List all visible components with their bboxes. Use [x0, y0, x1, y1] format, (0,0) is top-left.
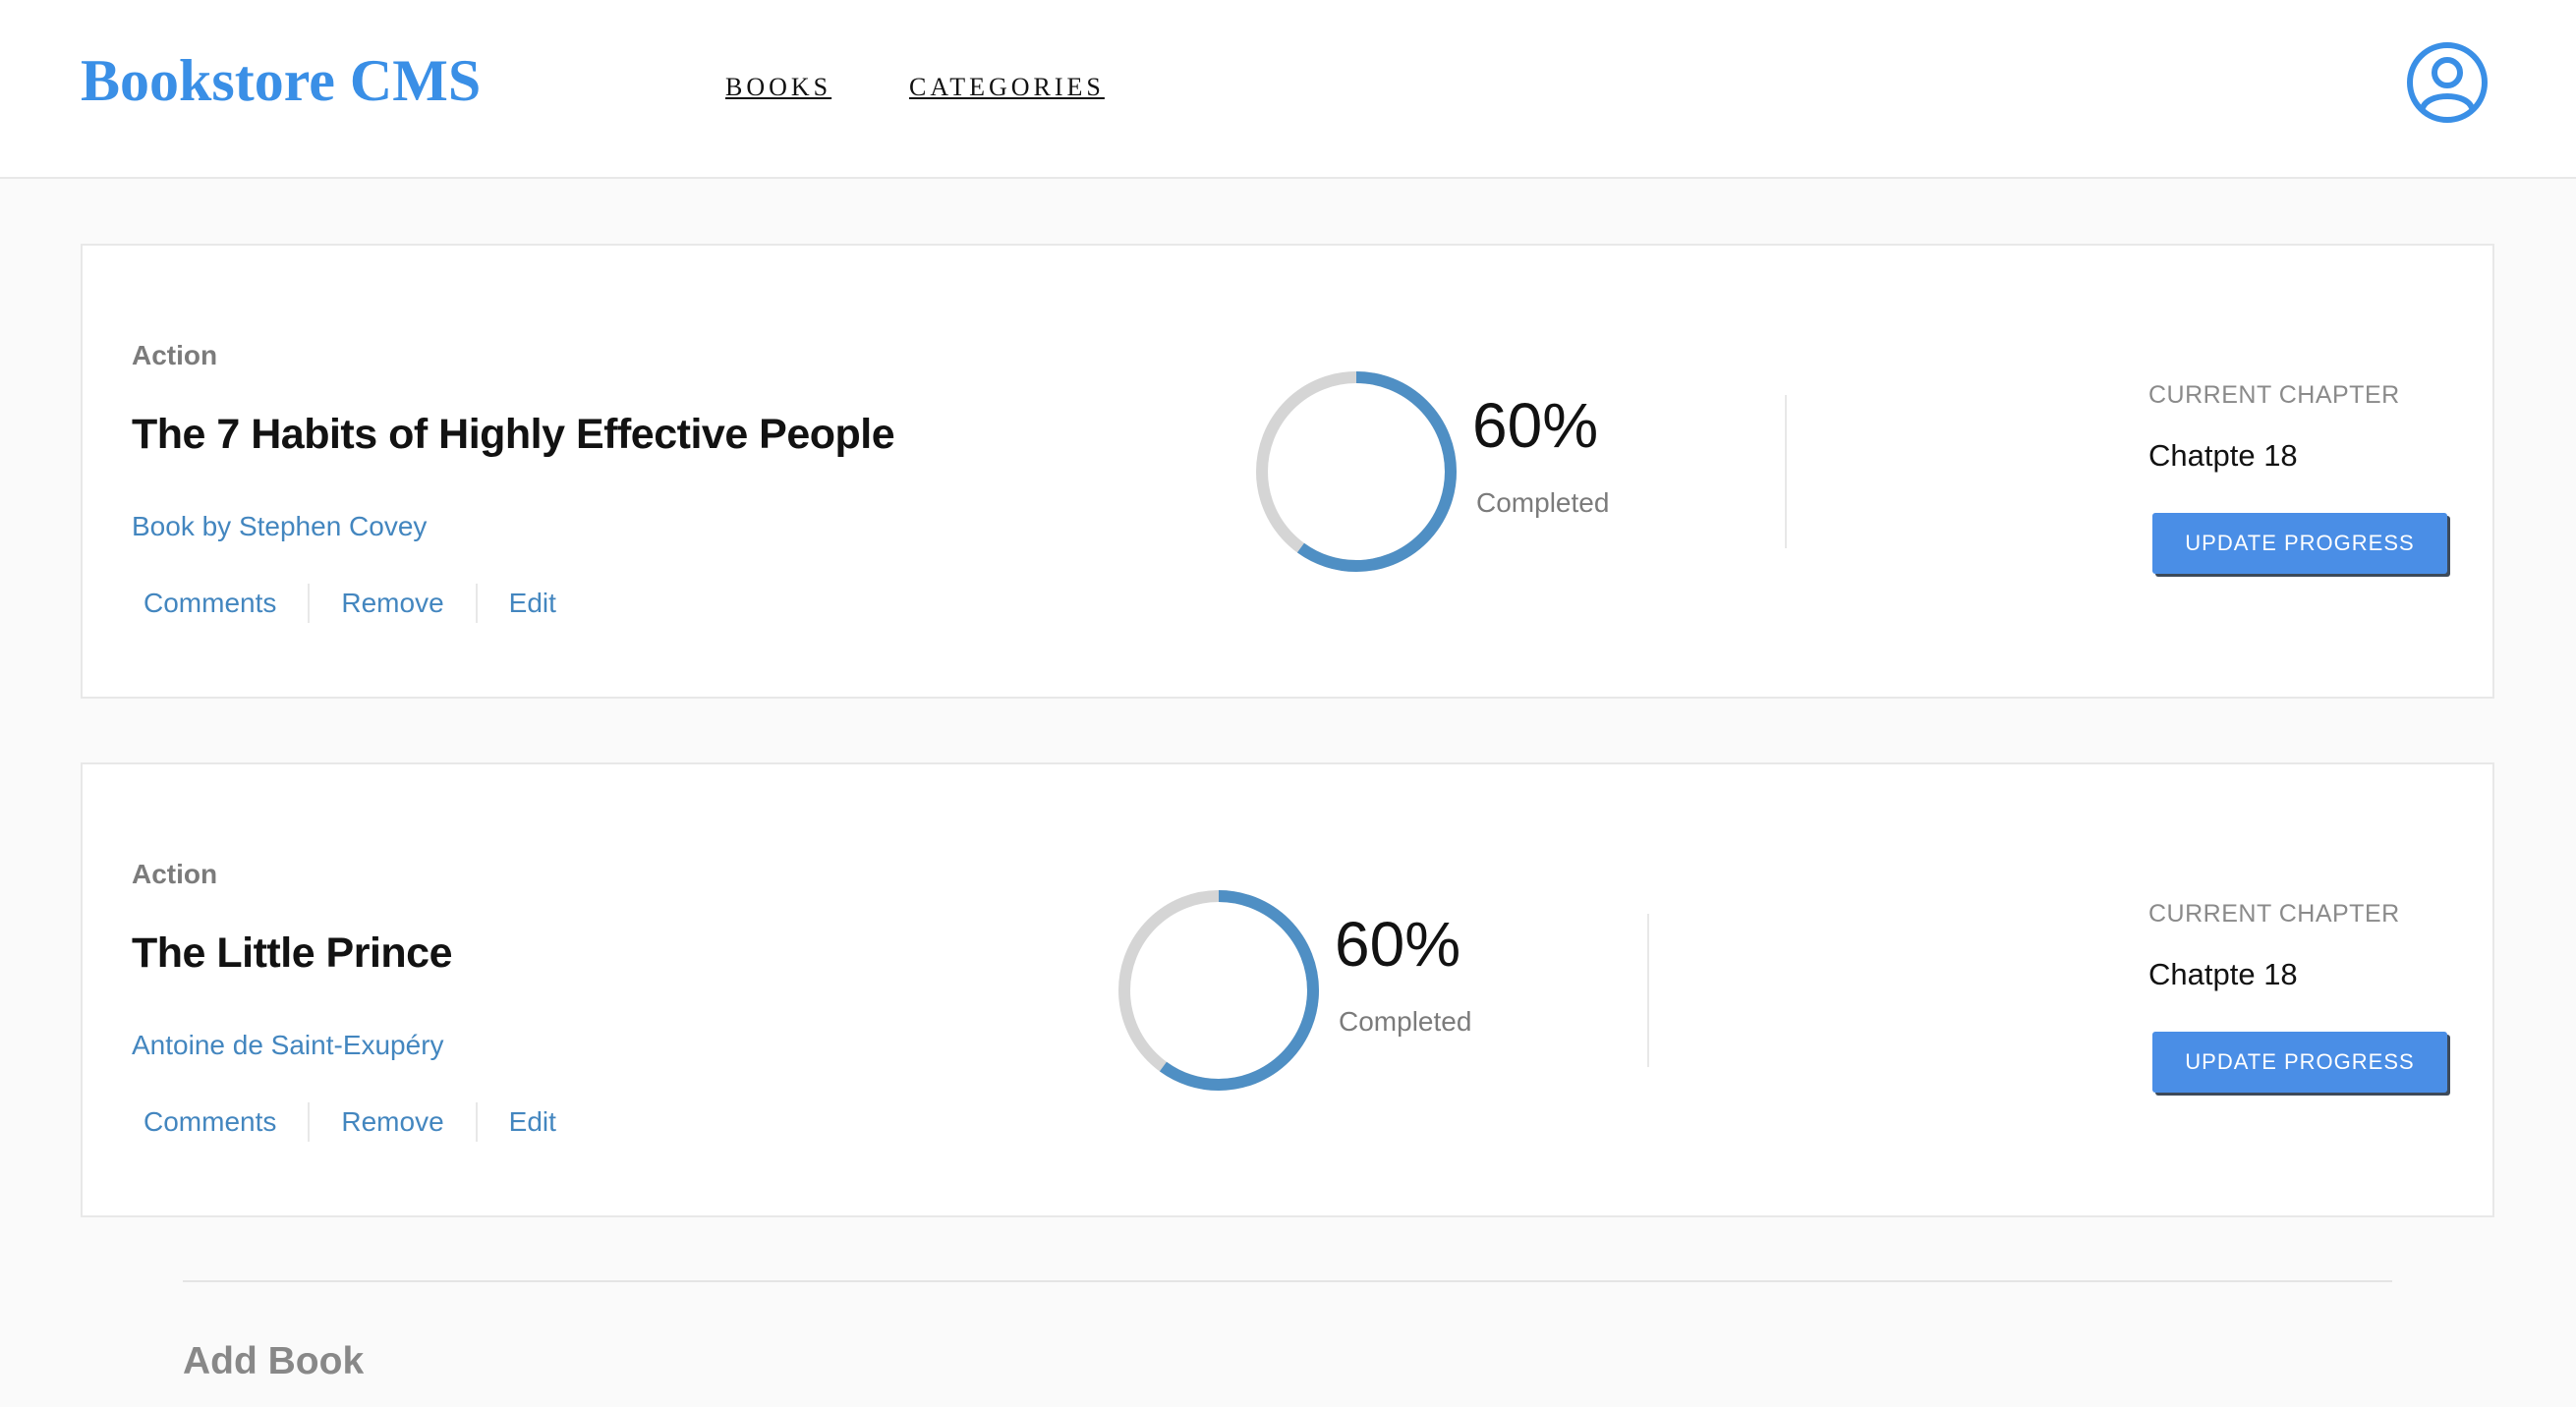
current-chapter-label: CURRENT CHAPTER	[2148, 381, 2400, 409]
nav-books-link[interactable]: BOOKS	[725, 73, 831, 102]
update-progress-button[interactable]: UPDATE PROGRESS	[2152, 513, 2447, 574]
form-divider	[183, 1280, 2392, 1282]
current-chapter-value: Chatpte 18	[2148, 438, 2298, 473]
header: Bookstore CMS BOOKS CATEGORIES	[0, 0, 2576, 179]
section-divider	[1647, 914, 1649, 1067]
app-logo[interactable]: Bookstore CMS	[81, 47, 481, 115]
progress-ring	[1118, 890, 1319, 1091]
completed-label: Completed	[1476, 487, 1610, 518]
book-genre: Action	[132, 340, 218, 370]
user-icon[interactable]	[2406, 41, 2489, 124]
book-author[interactable]: Book by Stephen Covey	[132, 511, 427, 542]
book-card: Action The Little Prince Antoine de Sain…	[81, 762, 2494, 1217]
progress-percent: 60%	[1472, 390, 1599, 461]
book-genre: Action	[132, 859, 218, 889]
current-chapter-label: CURRENT CHAPTER	[2148, 900, 2400, 928]
update-progress-button[interactable]: UPDATE PROGRESS	[2152, 1032, 2447, 1093]
add-book-title: Add Book	[183, 1340, 365, 1382]
section-divider	[1785, 395, 1787, 548]
book-title: The Little Prince	[132, 929, 453, 977]
remove-button[interactable]: Remove	[310, 1106, 475, 1138]
book-title: The 7 Habits of Highly Effective People	[132, 411, 895, 458]
current-chapter-value: Chatpte 18	[2148, 957, 2298, 991]
nav-categories-link[interactable]: CATEGORIES	[909, 73, 1105, 102]
edit-button[interactable]: Edit	[478, 588, 588, 619]
book-card: Action The 7 Habits of Highly Effective …	[81, 244, 2494, 699]
edit-button[interactable]: Edit	[478, 1106, 588, 1138]
progress-ring	[1256, 371, 1457, 572]
progress-percent: 60%	[1335, 909, 1461, 980]
completed-label: Completed	[1339, 1006, 1472, 1037]
remove-button[interactable]: Remove	[310, 588, 475, 619]
book-actions: Comments Remove Edit	[132, 1102, 588, 1142]
book-actions: Comments Remove Edit	[132, 584, 588, 623]
comments-button[interactable]: Comments	[132, 1106, 308, 1138]
book-author[interactable]: Antoine de Saint-Exupéry	[132, 1030, 444, 1061]
comments-button[interactable]: Comments	[132, 588, 308, 619]
